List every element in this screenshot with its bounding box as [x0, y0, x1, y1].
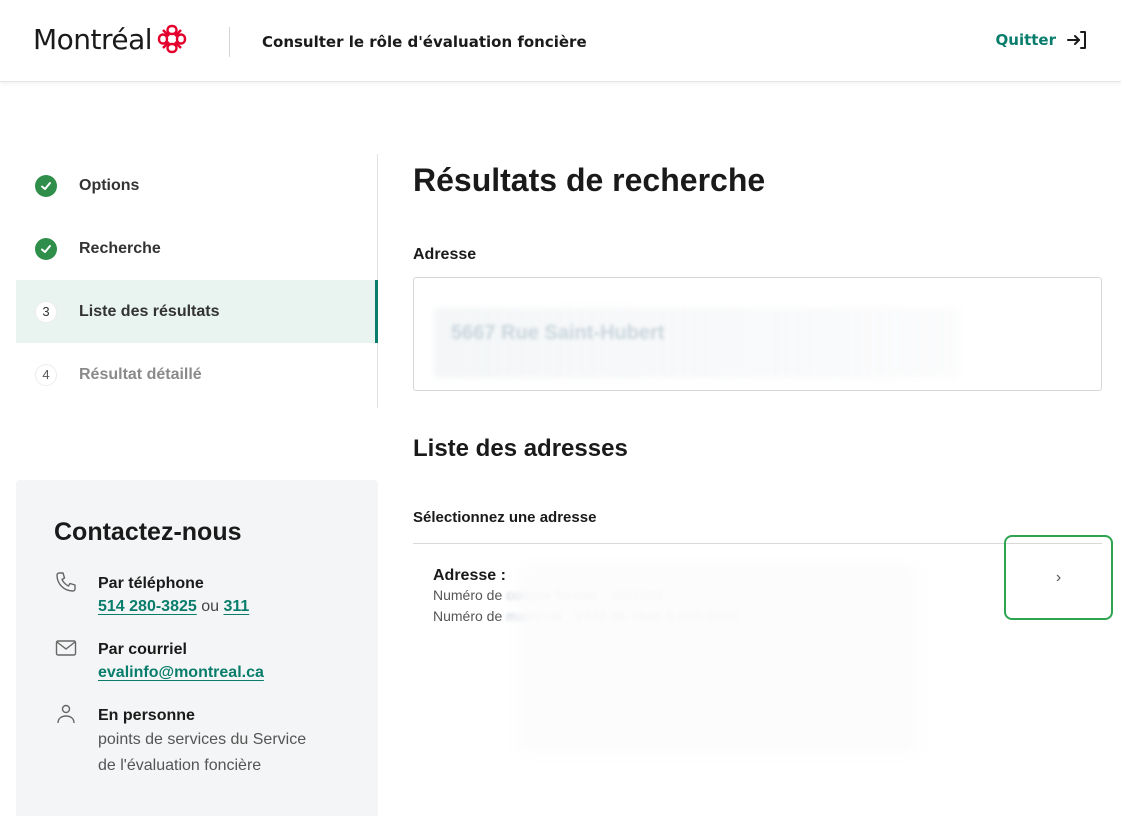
- select-address-label: Sélectionnez une adresse: [413, 509, 597, 526]
- quit-button[interactable]: Quitter: [996, 29, 1088, 51]
- step-label: Résultat détaillé: [79, 365, 202, 383]
- list-item[interactable]: Adresse : Numéro de compte foncier : 101…: [413, 535, 1113, 754]
- result-line-1: Numéro de compte foncier : 1011180: [433, 587, 663, 603]
- montreal-logo[interactable]: Montréal: [33, 22, 189, 56]
- step-options[interactable]: Options: [16, 154, 377, 217]
- step-label: Liste des résultats: [79, 302, 220, 320]
- check-circle-icon: [35, 237, 57, 260]
- phone-title: Par téléphone: [98, 575, 204, 592]
- phone-number-link[interactable]: 514 280-3825: [98, 598, 197, 615]
- check-circle-icon: [35, 174, 57, 197]
- header-title: Consulter le rôle d'évaluation foncière: [262, 33, 587, 51]
- step-label: Recherche: [79, 239, 161, 257]
- contact-email: Par courriel evalinfo@montreal.ca: [54, 639, 378, 685]
- person-line-2: de l'évaluation foncière: [98, 757, 262, 774]
- step-recherche[interactable]: Recherche: [16, 217, 377, 280]
- step-liste-resultats: 3 Liste des résultats: [16, 280, 378, 343]
- main-content: Résultats de recherche Adresse 5667 Rue …: [413, 154, 1113, 754]
- chevron-right-icon: ›: [1055, 568, 1062, 586]
- phone-or: ou: [201, 598, 220, 615]
- phone-icon: [56, 572, 76, 592]
- list-title: Liste des adresses: [413, 435, 628, 462]
- address-value: 5667 Rue Saint-Hubert: [451, 322, 665, 344]
- step-label: Options: [79, 176, 140, 194]
- person-icon: [57, 704, 75, 724]
- result-line-2: Numéro de matricule : 9743-36-7848-5-000…: [433, 608, 739, 624]
- step-number: 3: [35, 300, 57, 323]
- header: Montréal Consulter le rôle d'évaluation …: [0, 0, 1121, 82]
- montreal-rosette-icon: [157, 24, 187, 54]
- email-title: Par courriel: [98, 641, 187, 658]
- contact-phone: Par téléphone 514 280-3825 ou 311: [54, 572, 378, 619]
- person-line-1: points de services du Service: [98, 731, 307, 748]
- select-result-button[interactable]: ›: [1004, 535, 1113, 620]
- phone-311-link[interactable]: 311: [223, 598, 249, 615]
- logo-text: Montréal: [33, 22, 153, 56]
- contact-title: Contactez-nous: [54, 518, 242, 546]
- mail-icon: [55, 640, 77, 656]
- step-number: 4: [35, 363, 57, 386]
- page-title: Résultats de recherche: [413, 162, 766, 198]
- address-label: Adresse: [413, 246, 477, 263]
- contact-in-person: En personne points de services du Servic…: [54, 704, 378, 779]
- progress-stepper: Options Recherche 3 Liste des résultats …: [16, 154, 378, 408]
- email-link[interactable]: evalinfo@montreal.ca: [98, 664, 264, 681]
- exit-icon: [1067, 31, 1086, 49]
- address-display: 5667 Rue Saint-Hubert: [413, 277, 1102, 391]
- person-title: En personne: [98, 707, 195, 724]
- address-result-list: Adresse : Numéro de compte foncier : 101…: [413, 535, 1113, 754]
- quit-label: Quitter: [995, 31, 1056, 49]
- step-resultat-detaille: 4 Résultat détaillé: [16, 343, 377, 406]
- header-divider: [229, 27, 230, 57]
- contact-panel: Contactez-nous Par téléphone 514 280-382…: [16, 480, 378, 816]
- result-title: Adresse :: [433, 567, 506, 584]
